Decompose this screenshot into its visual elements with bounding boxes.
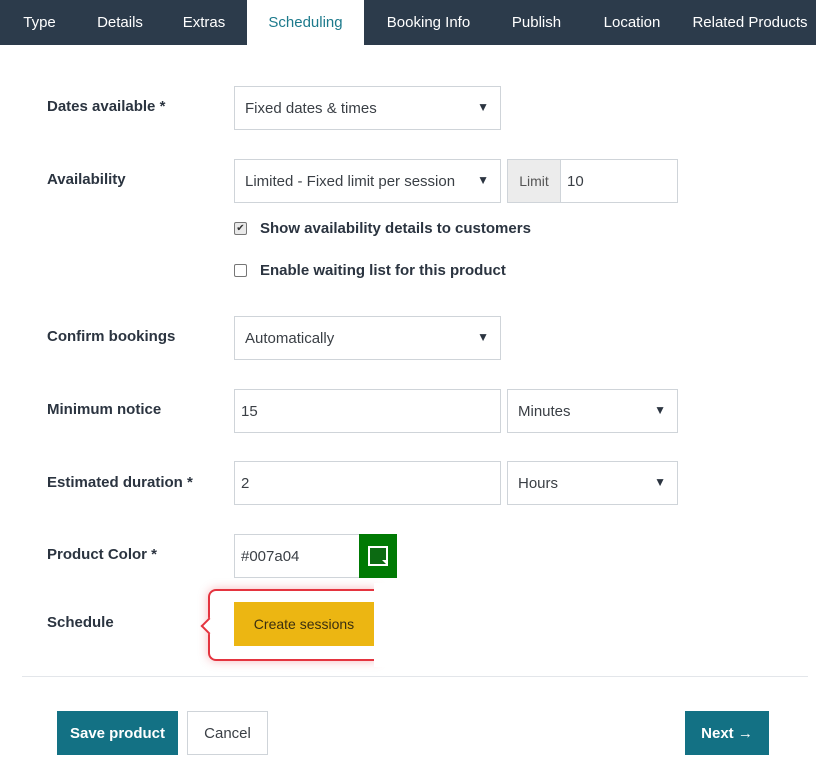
estimated-duration-value: 2 <box>241 474 250 492</box>
product-color-label: Product Color * <box>47 546 158 563</box>
tab-publish[interactable]: Publish <box>493 0 580 45</box>
save-product-button[interactable]: Save product <box>57 711 178 755</box>
availability-label: Availability <box>47 171 126 188</box>
chevron-down-icon: ▼ <box>654 475 666 489</box>
color-swatch-icon <box>368 546 388 566</box>
tab-related-products[interactable]: Related Products <box>684 0 816 45</box>
cancel-button[interactable]: Cancel <box>187 711 268 755</box>
product-color-value: #007a04 <box>241 547 300 565</box>
next-button[interactable]: Next → <box>685 711 769 755</box>
estimated-duration-label: Estimated duration * <box>47 474 193 491</box>
confirm-bookings-value: Automatically <box>245 329 335 347</box>
tab-booking-info[interactable]: Booking Info <box>364 0 493 45</box>
chevron-down-icon: ▼ <box>477 330 489 344</box>
estimated-duration-input[interactable]: 2 <box>234 461 501 505</box>
limit-input[interactable]: 10 <box>560 159 678 203</box>
color-picker-button[interactable] <box>359 534 397 578</box>
tab-details[interactable]: Details <box>79 0 161 45</box>
tab-extras[interactable]: Extras <box>161 0 247 45</box>
waiting-list-row: Enable waiting list for this product <box>234 262 506 279</box>
chevron-down-icon: ▼ <box>477 173 489 187</box>
availability-value: Limited - Fixed limit per session <box>245 172 456 190</box>
create-sessions-button[interactable]: Create sessions <box>234 602 374 646</box>
tab-type[interactable]: Type <box>0 0 79 45</box>
divider <box>22 676 808 677</box>
waiting-list-checkbox[interactable] <box>234 264 247 277</box>
dates-available-value: Fixed dates & times <box>245 99 377 117</box>
chevron-down-icon: ▼ <box>654 403 666 417</box>
product-color-input[interactable]: #007a04 <box>234 534 360 578</box>
minimum-notice-unit-value: Minutes <box>518 402 571 420</box>
limit-addon: Limit <box>507 159 561 203</box>
confirm-bookings-select[interactable]: Automatically ▼ <box>234 316 501 360</box>
show-availability-label: Show availability details to customers <box>260 220 531 237</box>
show-availability-checkbox[interactable]: ✔ <box>234 222 247 235</box>
dates-available-select[interactable]: Fixed dates & times ▼ <box>234 86 501 130</box>
tab-location[interactable]: Location <box>580 0 684 45</box>
estimated-duration-unit-value: Hours <box>518 474 559 492</box>
tab-bar: Type Details Extras Scheduling Booking I… <box>0 0 816 45</box>
check-icon: ✔ <box>236 222 245 234</box>
minimum-notice-label: Minimum notice <box>47 401 162 418</box>
callout-mask <box>374 583 394 667</box>
estimated-duration-unit-select[interactable]: Hours ▼ <box>507 461 678 505</box>
chevron-down-icon: ▼ <box>477 100 489 114</box>
waiting-list-label: Enable waiting list for this product <box>260 262 506 279</box>
availability-select[interactable]: Limited - Fixed limit per session ▼ <box>234 159 501 203</box>
show-availability-row: ✔ Show availability details to customers <box>234 220 531 237</box>
minimum-notice-input[interactable]: 15 <box>234 389 501 433</box>
minimum-notice-unit-select[interactable]: Minutes ▼ <box>507 389 678 433</box>
tab-scheduling[interactable]: Scheduling <box>247 0 364 45</box>
confirm-bookings-label: Confirm bookings <box>47 328 176 345</box>
minimum-notice-value: 15 <box>241 402 258 420</box>
dates-available-label: Dates available * <box>47 98 166 115</box>
limit-value: 10 <box>567 172 584 190</box>
schedule-label: Schedule <box>47 614 114 631</box>
